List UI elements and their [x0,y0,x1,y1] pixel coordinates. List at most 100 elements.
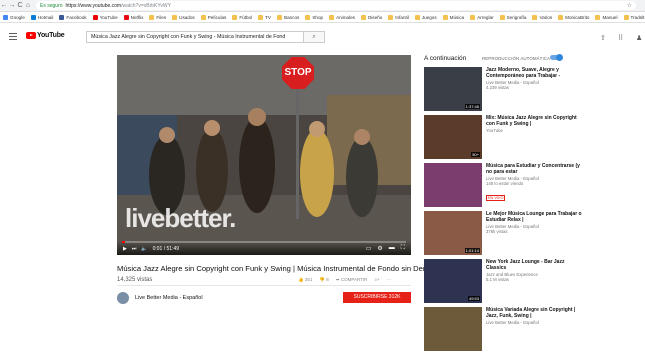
bookmark-item[interactable]: Películas [200,14,226,20]
home-icon[interactable]: ⌂ [24,0,32,12]
bookmark-label: Música [449,14,465,20]
video-thumbnail[interactable]: 50+ [424,115,482,159]
more-icon[interactable]: ⋯ [387,277,392,283]
recommended-video[interactable]: 1:37:48 Jazz Moderno, Suave, Alegre y Con… [424,67,589,113]
bookmark-label: Bancos [284,14,300,20]
bookmark-item[interactable]: Bancos [277,14,300,20]
search-input[interactable]: Música Jazz Alegre sin Copyright con Fun… [86,31,304,43]
video-thumbnail[interactable]: 49:53 [424,259,482,303]
duration-badge: 1:01:14 [464,248,480,253]
bookmark-folder-icon [442,14,448,20]
recommended-meta: Música Variada Alegre sin Copyright | Ja… [486,307,586,353]
reload-icon[interactable]: C [16,0,24,12]
time-display: 0:01 / 51:49 [152,246,180,252]
recommended-title[interactable]: Jazz Moderno, Suave, Alegre y Contemporá… [486,67,586,79]
bookmark-folder-icon [200,14,206,20]
bookmark-item[interactable]: Google [3,14,25,20]
like-count: 351 [304,277,313,282]
bookmark-item[interactable]: Usados [172,14,195,20]
bookmark-folder-icon [329,14,335,20]
recommended-title[interactable]: Música Variada Alegre sin Copyright | Ja… [486,307,586,319]
video-thumbnail[interactable]: 1:01:14 [424,211,482,255]
bookmark-item[interactable]: Infantil [388,14,409,20]
upload-icon[interactable]: ⇧ [600,34,606,42]
address-bar[interactable]: Es seguro https://www.youtube.com/watch?… [36,1,636,10]
bookmark-item[interactable]: Netflix [123,14,143,20]
next-icon[interactable]: ⏭ [132,246,137,252]
bookmark-label: MonicaBrito [565,14,590,20]
forward-arrow-icon[interactable]: → [8,0,16,12]
bookmark-item[interactable]: Arreglar [470,14,494,20]
bookmark-item[interactable]: Shop [305,14,323,20]
progress-bar[interactable] [122,241,406,243]
recommended-title[interactable]: Mix: Música Jazz Alegre sin Copyright co… [486,115,586,127]
recommended-video[interactable]: 50+ Mix: Música Jazz Alegre sin Copyright… [424,115,589,161]
video-thumbnail[interactable] [424,163,482,207]
subscribe-button[interactable]: SUSCRIBIRSE 312K [343,292,411,303]
video-watermark: livebetter. [125,203,236,233]
recommended-title[interactable]: Le Mejor Música Lounge para Trabajar o E… [486,211,586,223]
play-icon[interactable]: ▶ [123,246,127,252]
autoplay-toggle[interactable] [550,54,563,61]
volume-icon[interactable]: 🔈 [141,246,147,252]
subtitles-icon[interactable]: ▭ [366,245,372,252]
bookmark-item[interactable]: Juegos [414,14,437,20]
apps-grid-icon[interactable]: ⠿ [618,34,623,42]
bookmark-item[interactable]: Varios [532,14,553,20]
bookmark-item[interactable]: YouTube [92,14,118,20]
youtube-logo[interactable]: YouTube [26,32,65,39]
bookmark-folder-icon [149,14,155,20]
bookmark-label: Varios [539,14,553,20]
bookmark-label: Serigrafía [506,14,527,20]
video-player[interactable]: STOP livebetter. ▶ ⏭ 🔈 0:01 / 51:49 ▭ ⚙ … [117,55,411,255]
bookmark-item[interactable]: Tradslt brasz [623,14,645,20]
bookmark-item[interactable]: Diseño [360,14,382,20]
recommended-title[interactable]: New York Jazz Lounge - Bar Jazz Classics [486,259,586,271]
bookmark-item[interactable]: Animales [329,14,355,20]
bookmark-item[interactable]: Fútbol [232,14,252,20]
video-thumbnail[interactable]: 1:37:48 [424,67,482,111]
recommended-video[interactable]: 49:53 New York Jazz Lounge - Bar Jazz Cla… [424,259,589,305]
like-button[interactable]: 👍 351 [298,277,312,283]
bookmark-item[interactable]: Serigrafía [499,14,527,20]
bookmark-label: TV [265,14,271,20]
bookmark-label: Google [10,14,25,20]
bookmark-item[interactable]: Hotmail [30,14,53,20]
channel-avatar[interactable] [117,292,129,304]
video-title: Música Jazz Alegre sin Copyright con Fun… [117,264,471,273]
bookmark-item[interactable]: TV [258,14,271,20]
bookmark-folder-icon [414,14,420,20]
add-to-playlist-icon[interactable]: ≡+ [374,277,379,283]
dislike-button[interactable]: 👎 8 [319,277,328,283]
recommended-video[interactable]: 1:01:14 Le Mejor Música Lounge para Traba… [424,211,589,257]
recommended-video[interactable]: Música para Estudiar y Concentrarse (y n… [424,163,589,209]
notifications-bell-icon[interactable]: ♟ [636,34,642,42]
bookmark-item[interactable]: MonicaBrito [558,14,590,20]
search-button[interactable]: ⌕ [303,31,325,43]
bookmark-folder-icon [360,14,366,20]
bookmark-label: Animales [336,14,355,20]
video-thumbnail[interactable] [424,307,482,351]
theater-mode-icon[interactable]: ▬ [389,245,395,252]
bookmark-folder-icon [59,14,65,20]
autoplay-label: REPRODUCCIÓN AUTOMÁTICA [482,56,551,61]
recommended-video[interactable]: Música Variada Alegre sin Copyright | Ja… [424,307,589,353]
bookmark-item[interactable]: Manuel [595,14,618,20]
search-icon: ⌕ [312,34,316,40]
channel-name[interactable]: Live Better Media - Español [135,295,203,301]
bookmark-item[interactable]: Facebook [59,14,87,20]
live-badge: EN VIVO [486,195,506,201]
bookmark-star-icon[interactable]: ☆ [627,2,632,9]
share-button[interactable]: ➦ COMPARTIR [336,277,368,283]
bookmarks-bar: Google Hotmail Facebook YouTube Netflix Files… [0,12,645,23]
bookmark-item[interactable]: Files [149,14,166,20]
bookmark-label: Usados [179,14,195,20]
hamburger-menu-icon[interactable] [9,33,17,42]
bookmark-item[interactable]: Música [442,14,465,20]
recommended-title[interactable]: Música para Estudiar y Concentrarse (y n… [486,163,586,175]
fullscreen-icon[interactable]: ⛶ [401,245,405,252]
back-arrow-icon[interactable]: ← [0,0,8,12]
settings-gear-icon[interactable]: ⚙ [377,245,382,252]
bookmark-folder-icon [258,14,264,20]
youtube-play-logo-icon [26,32,36,39]
